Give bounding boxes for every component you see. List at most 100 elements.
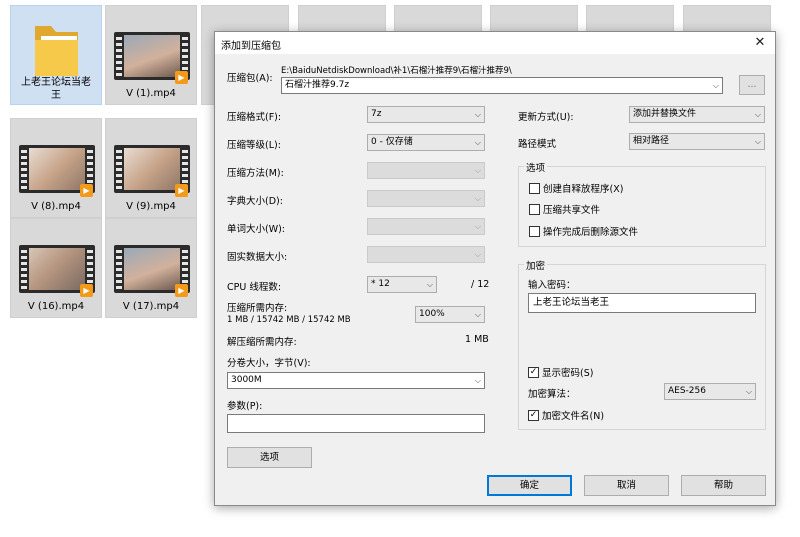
pathmode-select[interactable]: 相对路径 ⌵ [629,133,765,150]
level-label: 压缩等级(L): [227,140,281,151]
file-name: V (8).mp4 [31,201,81,212]
checkbox-box [529,225,540,237]
archive-path: E:\BaiduNetdiskDownload\补1\石榴汁推荐9\石榴汁推荐9… [281,66,512,76]
options-group: 选项 创建自释放程序(X) 压缩共享文件 操作完成后删除源文件 [518,160,766,247]
pathmode-label: 路径模式 [518,139,557,150]
mem-percent-select[interactable]: 100% ⌵ [415,306,485,323]
shared-checkbox[interactable]: 压缩共享文件 [529,202,600,216]
cancel-button[interactable]: 取消 [584,475,669,496]
shared-label: 压缩共享文件 [543,205,601,216]
mem-percent-value: 100% [419,309,445,319]
file-tile-video[interactable]: ▶ V (17).mp4 [105,218,197,318]
password-input[interactable]: 上老王论坛当老王 [528,293,756,313]
format-value: 7z [371,109,382,119]
encrypt-names-checkbox[interactable]: ✓ 加密文件名(N) [528,408,604,422]
enc-method-select[interactable]: AES-256 ⌵ [664,383,756,400]
archive-name-combo[interactable]: 石榴汁推荐9.7z ⌵ [281,77,723,94]
password-label: 输入密码： [528,280,576,291]
dialog-title: 添加到压缩包 [221,41,281,52]
method-select[interactable]: ⌵ [367,162,485,179]
dialog-titlebar[interactable]: 添加到压缩包 ✕ [215,32,775,54]
delete-checkbox[interactable]: 操作完成后删除源文件 [529,224,638,238]
volume-combo[interactable]: 3000M ⌵ [227,372,485,389]
file-tile-video[interactable]: ▶ V (1).mp4 [105,5,197,105]
update-label: 更新方式(U): [518,112,574,123]
solid-label: 固实数据大小: [227,252,288,263]
archive-name-value: 石榴汁推荐9.7z [285,80,350,90]
enc-method-value: AES-256 [668,386,706,396]
file-tile-video[interactable]: ▶ V (16).mp4 [10,218,102,318]
level-value: 0 - 仅存储 [371,137,413,147]
chevron-down-icon: ⌵ [474,310,481,319]
volume-label: 分卷大小，字节(V): [227,358,311,369]
file-name: 上老王论坛当老王 [21,77,91,101]
mem-compress-detail: 1 MB / 15742 MB / 15742 MB [227,315,351,325]
browse-button[interactable]: ... [739,75,765,95]
encryption-group-title: 加密 [524,258,548,272]
dict-label: 字典大小(D): [227,196,283,207]
word-label: 单词大小(W): [227,224,286,235]
dict-select[interactable]: ⌵ [367,190,485,207]
chevron-down-icon: ⌵ [474,110,481,119]
file-name: V (17).mp4 [122,301,180,312]
archive-label: 压缩包(A): [227,73,273,84]
chevron-down-icon: ⌵ [474,166,481,175]
options-button[interactable]: 选项 [227,447,312,468]
level-select[interactable]: 0 - 仅存储 ⌵ [367,134,485,151]
encrypt-names-label: 加密文件名(N) [542,411,605,422]
chevron-down-icon: ⌵ [474,138,481,147]
enc-method-label: 加密算法： [528,389,576,400]
checkbox-box [529,203,540,215]
update-select[interactable]: 添加并替换文件 ⌵ [629,106,765,123]
chevron-down-icon: ⌵ [754,110,761,119]
file-tile-video[interactable]: ▶ V (8).mp4 [10,118,102,218]
folder-icon [35,26,78,76]
video-thumbnail-icon: ▶ [19,245,95,297]
show-password-checkbox[interactable]: ✓ 显示密码(S) [528,365,593,379]
close-icon[interactable]: ✕ [745,32,775,54]
update-value: 添加并替换文件 [633,109,697,119]
mem-decompress-label: 解压缩所需内存: [227,337,297,348]
file-tile-folder[interactable]: 上老王论坛当老王 [10,5,102,105]
video-thumbnail-icon: ▶ [114,32,190,84]
cpu-max: / 12 [471,279,490,290]
checkbox-checked-icon: ✓ [528,409,539,421]
video-thumbnail-icon: ▶ [114,245,190,297]
chevron-down-icon: ⌵ [474,250,481,259]
params-input[interactable] [227,414,485,433]
cpu-label: CPU 线程数: [227,282,282,293]
method-label: 压缩方法(M): [227,168,284,179]
format-select[interactable]: 7z ⌵ [367,106,485,123]
word-select[interactable]: ⌵ [367,218,485,235]
chevron-down-icon: ⌵ [754,137,761,146]
cpu-select[interactable]: * 12 ⌵ [367,276,437,293]
mem-decompress-value: 1 MB [465,334,489,345]
volume-value: 3000M [231,375,262,385]
add-to-archive-dialog: 添加到压缩包 ✕ 压缩包(A): E:\BaiduNetdiskDownload… [214,31,776,506]
help-button[interactable]: 帮助 [681,475,766,496]
ok-button[interactable]: 确定 [487,475,572,496]
checkbox-box [529,182,540,194]
params-label: 参数(P): [227,401,263,412]
file-name: V (9).mp4 [126,201,176,212]
options-group-title: 选项 [524,160,548,174]
file-name: V (1).mp4 [126,88,176,99]
chevron-down-icon: ⌵ [426,280,433,289]
chevron-down-icon: ⌵ [474,222,481,231]
encryption-group: 加密 输入密码： 上老王论坛当老王 ✓ 显示密码(S) 加密算法： AES-25… [518,258,766,430]
delete-label: 操作完成后删除源文件 [543,227,639,238]
cpu-value: * 12 [371,279,390,289]
chevron-down-icon: ⌵ [474,376,481,385]
chevron-down-icon: ⌵ [712,81,719,90]
sfx-label: 创建自释放程序(X) [543,184,624,195]
video-thumbnail-icon: ▶ [114,145,190,197]
video-thumbnail-icon: ▶ [19,145,95,197]
format-label: 压缩格式(F): [227,112,282,123]
chevron-down-icon: ⌵ [745,387,752,396]
mem-compress-label: 压缩所需内存: [227,303,288,314]
file-tile-video[interactable]: ▶ V (9).mp4 [105,118,197,218]
show-password-label: 显示密码(S) [542,368,594,379]
checkbox-checked-icon: ✓ [528,366,539,378]
sfx-checkbox[interactable]: 创建自释放程序(X) [529,181,623,195]
solid-select[interactable]: ⌵ [367,246,485,263]
